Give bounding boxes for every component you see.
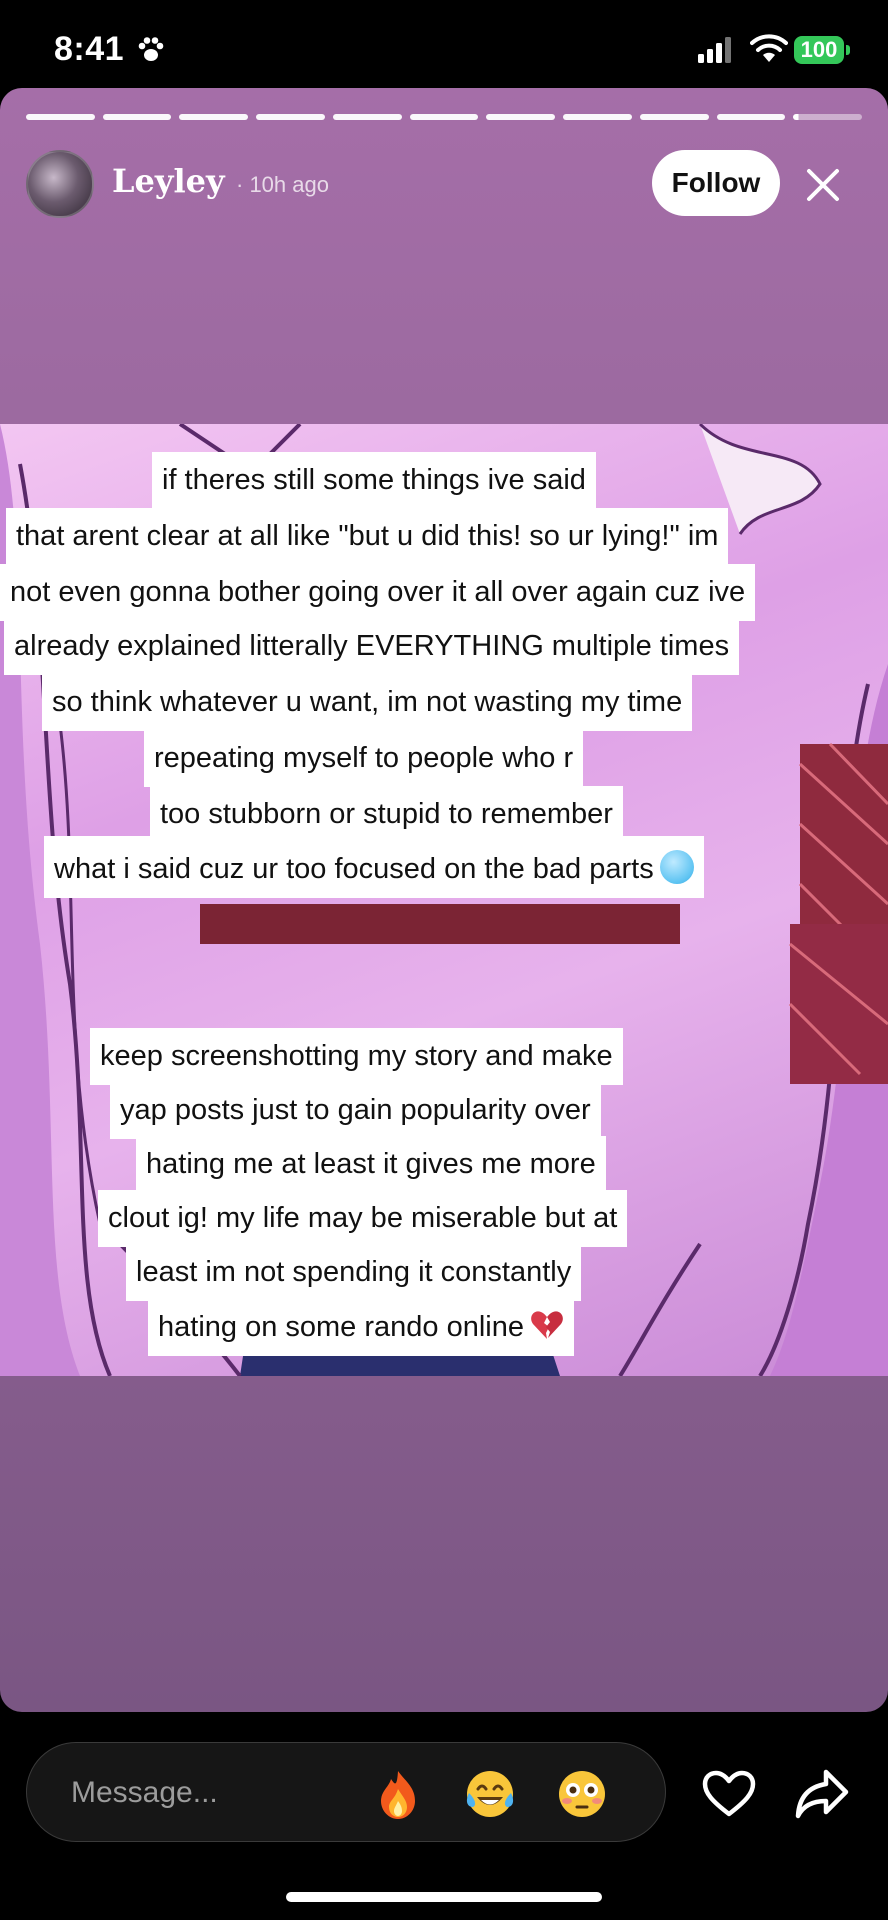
caption-line: yap posts just to gain popularity over — [110, 1082, 601, 1139]
share-icon[interactable] — [794, 1768, 850, 1820]
wifi-icon — [750, 34, 788, 62]
close-icon[interactable] — [806, 168, 840, 202]
broken-heart-emoji — [531, 1311, 563, 1339]
flushed-face-emoji[interactable] — [555, 1767, 609, 1821]
caption-line: keep screenshotting my story and make — [90, 1028, 623, 1085]
caption-line: already explained litterally EVERYTHING … — [4, 618, 740, 675]
username[interactable]: Leyley — [112, 162, 225, 200]
caption-line: repeating myself to people who r — [144, 730, 584, 787]
message-input[interactable] — [71, 1773, 331, 1813]
progress-segment — [102, 114, 172, 120]
progress-segment — [563, 114, 632, 120]
caption-line: so think whatever u want, im not wasting… — [42, 674, 693, 731]
message-box[interactable] — [26, 1742, 666, 1842]
fire-emoji[interactable] — [371, 1767, 425, 1821]
caption-line: clout ig! my life may be miserable but a… — [98, 1190, 628, 1247]
bottom-bar — [0, 1712, 888, 1920]
caption-line: too stubborn or stupid to remember — [150, 786, 623, 843]
paw-icon — [138, 37, 164, 61]
progress-segment — [256, 114, 325, 120]
follow-button[interactable]: Follow — [652, 150, 780, 216]
story-card[interactable]: Leyley · 10h ago Follow if theres still … — [0, 88, 888, 1712]
caption-line: hating me at least it gives me more — [136, 1136, 606, 1193]
progress-segment — [486, 114, 556, 120]
progress-segment — [639, 114, 709, 120]
progress-segment — [793, 114, 863, 120]
battery-icon: 100 — [794, 36, 844, 64]
heart-icon[interactable] — [702, 1770, 756, 1818]
shared-post-image: if theres still some things ive said tha… — [0, 424, 888, 1376]
caption-text: hating on some rando online — [158, 1311, 524, 1343]
home-indicator — [286, 1892, 602, 1902]
caption-text: what i said cuz ur too focused on the ba… — [54, 853, 654, 885]
caption-line: least im not spending it constantly — [126, 1244, 582, 1301]
progress-segment — [26, 114, 95, 120]
battery-tip — [846, 45, 850, 55]
avatar[interactable] — [26, 150, 94, 218]
status-bar: 8:41 100 — [0, 0, 888, 96]
story-progress-bar — [26, 114, 863, 120]
caption-line: hating on some rando online — [148, 1294, 574, 1356]
progress-segment — [179, 114, 249, 120]
caption-line: that arent clear at all like "but u did … — [6, 508, 729, 565]
caption-line: what i said cuz ur too focused on the ba… — [44, 836, 704, 898]
signal-icon — [698, 37, 731, 63]
caption-line: if theres still some things ive said — [152, 452, 596, 509]
progress-segment — [332, 114, 402, 120]
progress-segment — [409, 114, 479, 120]
cold-face-emoji — [659, 850, 694, 884]
tears-of-joy-emoji[interactable] — [463, 1767, 517, 1821]
time-ago: · 10h ago — [236, 172, 329, 197]
caption-line: not even gonna bother going over it all … — [0, 564, 756, 621]
status-time: 8:41 — [54, 30, 125, 68]
progress-segment — [716, 114, 786, 120]
